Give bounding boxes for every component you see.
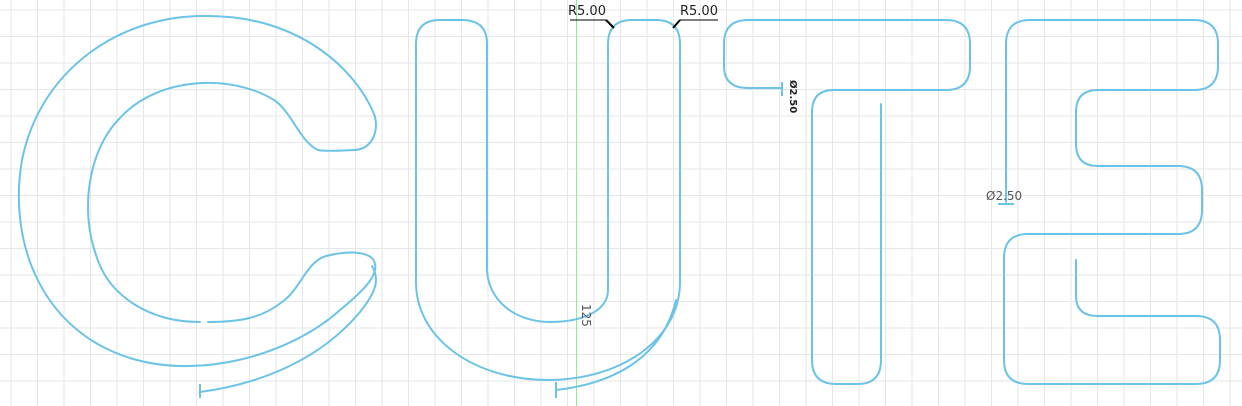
- radius-right-label: R5.00: [680, 4, 718, 19]
- sketch-canvas[interactable]: R5.00 R5.00 Ø2.50 Ø2.50 125: [0, 0, 1242, 406]
- diameter-t-label: Ø2.50: [787, 80, 799, 113]
- diameter-e-label: Ø2.50: [986, 189, 1022, 203]
- radius-left-label: R5.00: [568, 4, 606, 19]
- diameter-dimension-e[interactable]: Ø2.50: [986, 189, 1022, 203]
- length-dimension-u[interactable]: 125: [579, 304, 593, 327]
- diameter-dimension-t[interactable]: Ø2.50: [787, 80, 799, 113]
- length-u-label: 125: [579, 304, 593, 327]
